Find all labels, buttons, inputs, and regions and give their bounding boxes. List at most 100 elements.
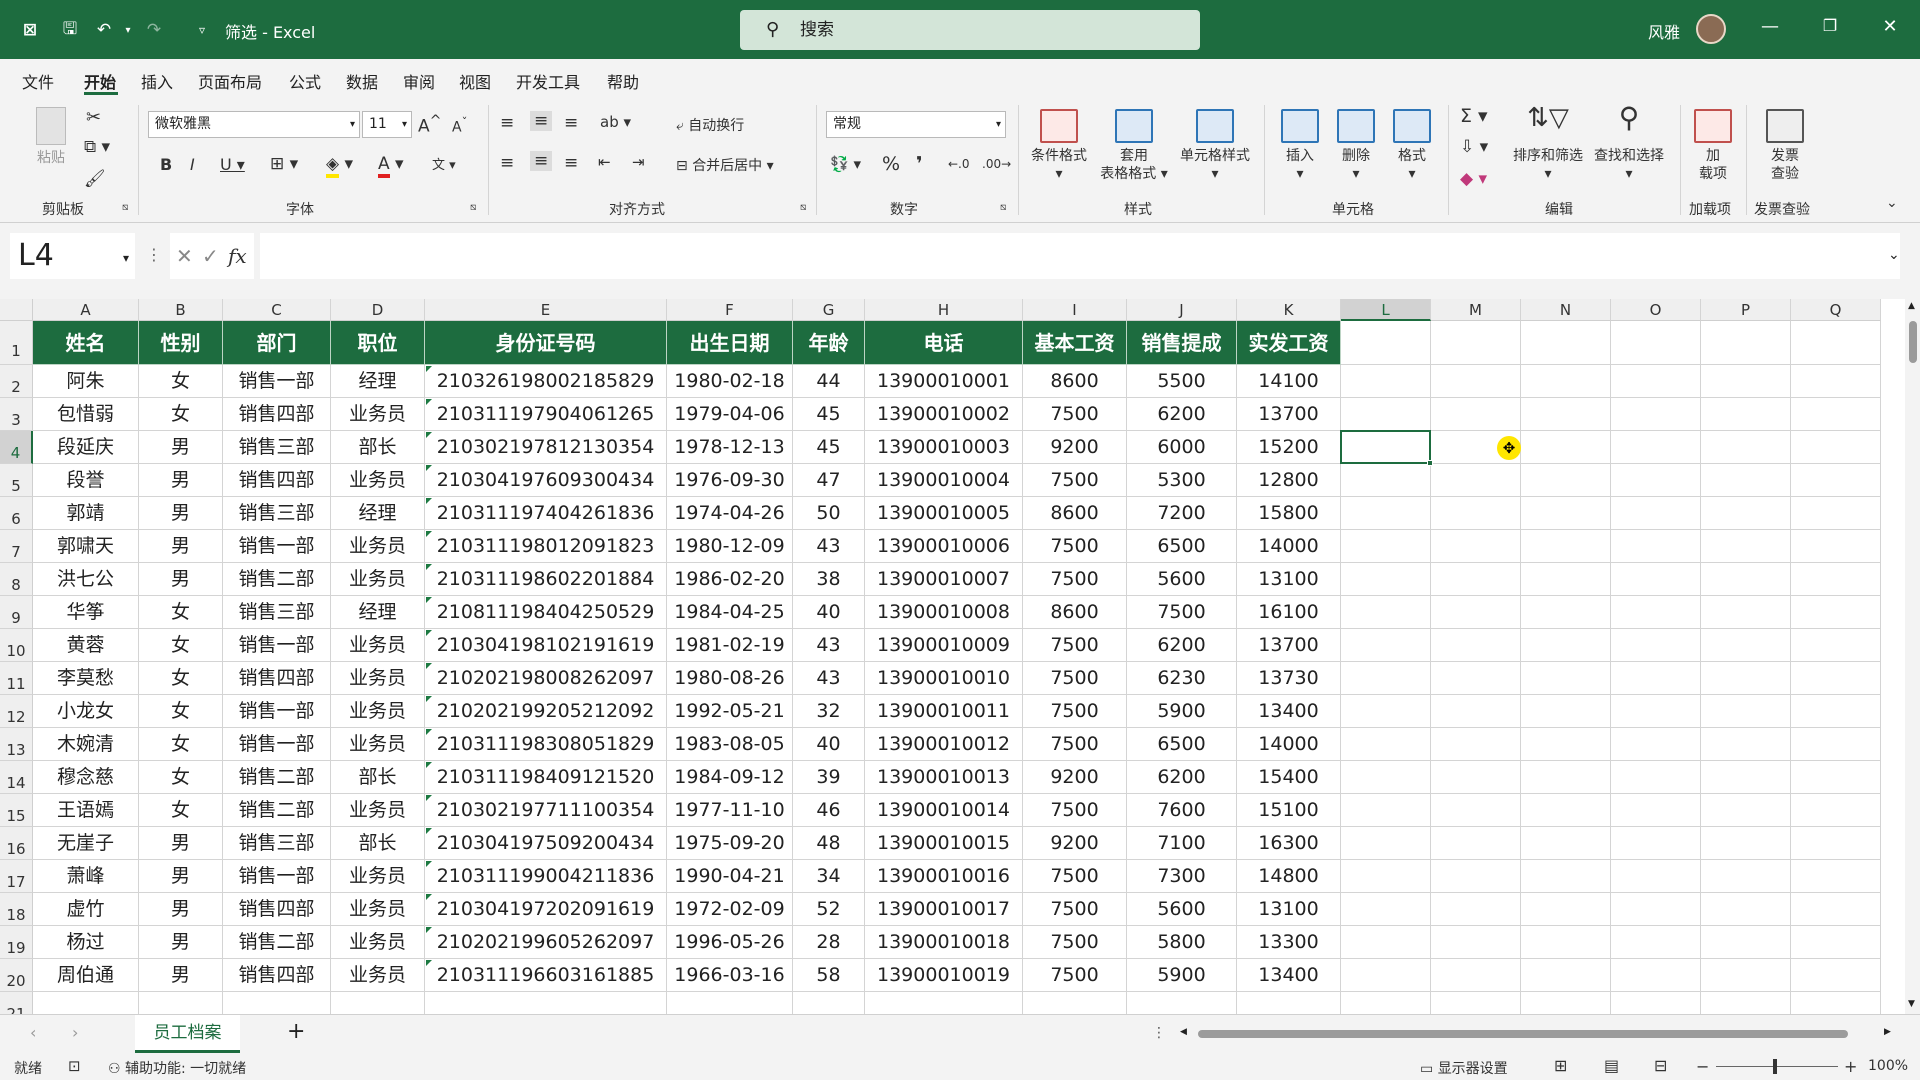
accessibility-status[interactable]: ⚇ 辅助功能: 一切就绪 bbox=[108, 1058, 246, 1078]
redo-icon[interactable]: ↷ bbox=[142, 18, 166, 42]
data-cell[interactable]: 木婉清 bbox=[33, 728, 139, 761]
data-cell[interactable]: 业务员 bbox=[331, 728, 425, 761]
vertical-scrollbar[interactable]: ▲ ▼ bbox=[1905, 299, 1920, 1014]
data-cell[interactable]: 16100 bbox=[1237, 596, 1341, 629]
cell[interactable] bbox=[1791, 827, 1881, 860]
column-header-e[interactable]: E bbox=[425, 299, 667, 321]
tab-insert[interactable]: 插入 bbox=[141, 69, 173, 93]
column-header-d[interactable]: D bbox=[331, 299, 425, 321]
data-cell[interactable]: 8600 bbox=[1023, 365, 1127, 398]
data-cell[interactable]: 6500 bbox=[1127, 728, 1237, 761]
cell[interactable] bbox=[1521, 794, 1611, 827]
page-layout-view-icon[interactable]: ▤ bbox=[1604, 1056, 1619, 1075]
cell[interactable] bbox=[1701, 629, 1791, 662]
data-cell[interactable]: 13900010005 bbox=[865, 497, 1023, 530]
column-header-f[interactable]: F bbox=[667, 299, 793, 321]
data-cell[interactable]: 210304197609300434 bbox=[425, 464, 667, 497]
data-cell[interactable]: 部长 bbox=[331, 761, 425, 794]
column-header-q[interactable]: Q bbox=[1791, 299, 1881, 321]
row-header[interactable]: 12 bbox=[0, 695, 33, 728]
cell[interactable] bbox=[1791, 530, 1881, 563]
tab-review[interactable]: 审阅 bbox=[403, 69, 435, 93]
data-cell[interactable]: 销售三部 bbox=[223, 431, 331, 464]
cell[interactable] bbox=[1611, 464, 1701, 497]
header-cell[interactable]: 性别 bbox=[139, 321, 223, 365]
cell[interactable] bbox=[1431, 662, 1521, 695]
data-cell[interactable]: 13900010012 bbox=[865, 728, 1023, 761]
tab-page-layout[interactable]: 页面布局 bbox=[198, 69, 262, 93]
cell[interactable] bbox=[1431, 860, 1521, 893]
data-cell[interactable]: 13900010013 bbox=[865, 761, 1023, 794]
data-cell[interactable]: 15200 bbox=[1237, 431, 1341, 464]
decrease-decimal-icon[interactable]: .00→ bbox=[982, 157, 1011, 171]
data-cell[interactable]: 13900010016 bbox=[865, 860, 1023, 893]
align-middle-icon[interactable]: ≡ bbox=[530, 111, 553, 131]
cell[interactable] bbox=[1521, 398, 1611, 431]
cell[interactable] bbox=[1701, 992, 1791, 1014]
sheet-tab-employees[interactable]: 员工档案 bbox=[135, 1015, 240, 1053]
cell[interactable] bbox=[1611, 827, 1701, 860]
cell[interactable] bbox=[1521, 464, 1611, 497]
data-cell[interactable]: 9200 bbox=[1023, 827, 1127, 860]
cell[interactable] bbox=[1431, 827, 1521, 860]
data-cell[interactable]: 9200 bbox=[1023, 761, 1127, 794]
cell[interactable] bbox=[1791, 860, 1881, 893]
data-cell[interactable]: 47 bbox=[793, 464, 865, 497]
data-cell[interactable]: 1981-02-19 bbox=[667, 629, 793, 662]
data-cell[interactable]: 销售二部 bbox=[223, 926, 331, 959]
data-cell[interactable]: 13400 bbox=[1237, 695, 1341, 728]
data-cell[interactable]: 34 bbox=[793, 860, 865, 893]
header-cell[interactable]: 实发工资 bbox=[1237, 321, 1341, 365]
data-cell[interactable]: 13900010019 bbox=[865, 959, 1023, 992]
cell[interactable] bbox=[1341, 365, 1431, 398]
fx-icon[interactable]: fx bbox=[228, 233, 247, 279]
data-cell[interactable]: 43 bbox=[793, 530, 865, 563]
cell[interactable] bbox=[1791, 398, 1881, 431]
column-header-k[interactable]: K bbox=[1237, 299, 1341, 321]
data-cell[interactable]: 经理 bbox=[331, 596, 425, 629]
scroll-down-icon[interactable]: ▼ bbox=[1908, 999, 1915, 1009]
font-name-select[interactable]: 微软雅黑 ▾ bbox=[148, 111, 360, 138]
cell[interactable] bbox=[1611, 629, 1701, 662]
zoom-level[interactable]: 100% bbox=[1868, 1058, 1908, 1074]
cell[interactable] bbox=[1341, 794, 1431, 827]
cell[interactable] bbox=[1521, 321, 1611, 365]
cell[interactable] bbox=[1611, 563, 1701, 596]
data-cell[interactable]: 6000 bbox=[1127, 431, 1237, 464]
enter-icon[interactable]: ✓ bbox=[202, 233, 219, 279]
data-cell[interactable]: 6500 bbox=[1127, 530, 1237, 563]
data-cell[interactable]: 女 bbox=[139, 761, 223, 794]
cell[interactable] bbox=[425, 992, 667, 1014]
data-cell[interactable]: 15400 bbox=[1237, 761, 1341, 794]
column-header-b[interactable]: B bbox=[139, 299, 223, 321]
data-cell[interactable]: 杨过 bbox=[33, 926, 139, 959]
data-cell[interactable]: 销售一部 bbox=[223, 629, 331, 662]
data-cell[interactable]: 1983-08-05 bbox=[667, 728, 793, 761]
cell[interactable] bbox=[1791, 321, 1881, 365]
cell[interactable] bbox=[1701, 893, 1791, 926]
data-cell[interactable]: 7500 bbox=[1023, 464, 1127, 497]
data-cell[interactable]: 210304197202091619 bbox=[425, 893, 667, 926]
data-cell[interactable]: 45 bbox=[793, 398, 865, 431]
row-header[interactable]: 18 bbox=[0, 893, 33, 926]
cell[interactable] bbox=[1521, 992, 1611, 1014]
cell[interactable] bbox=[1521, 662, 1611, 695]
paste-button[interactable]: 粘贴 bbox=[28, 107, 74, 167]
data-cell[interactable]: 13900010017 bbox=[865, 893, 1023, 926]
data-cell[interactable]: 210311197404261836 bbox=[425, 497, 667, 530]
column-header-l[interactable]: L bbox=[1341, 299, 1431, 321]
cell[interactable] bbox=[1341, 530, 1431, 563]
header-cell[interactable]: 部门 bbox=[223, 321, 331, 365]
undo-icon[interactable]: ↶ bbox=[92, 18, 116, 42]
data-cell[interactable]: 13100 bbox=[1237, 893, 1341, 926]
borders-icon[interactable]: ⊞ ▾ bbox=[270, 154, 298, 174]
data-cell[interactable]: 8600 bbox=[1023, 596, 1127, 629]
cell[interactable] bbox=[1521, 563, 1611, 596]
data-cell[interactable]: 男 bbox=[139, 827, 223, 860]
data-cell[interactable]: 1984-09-12 bbox=[667, 761, 793, 794]
copy-icon[interactable]: ⧉ ▾ bbox=[84, 137, 110, 157]
cell[interactable] bbox=[1431, 365, 1521, 398]
data-cell[interactable]: 1966-03-16 bbox=[667, 959, 793, 992]
data-cell[interactable]: 萧峰 bbox=[33, 860, 139, 893]
scroll-up-icon[interactable]: ▲ bbox=[1908, 301, 1915, 311]
